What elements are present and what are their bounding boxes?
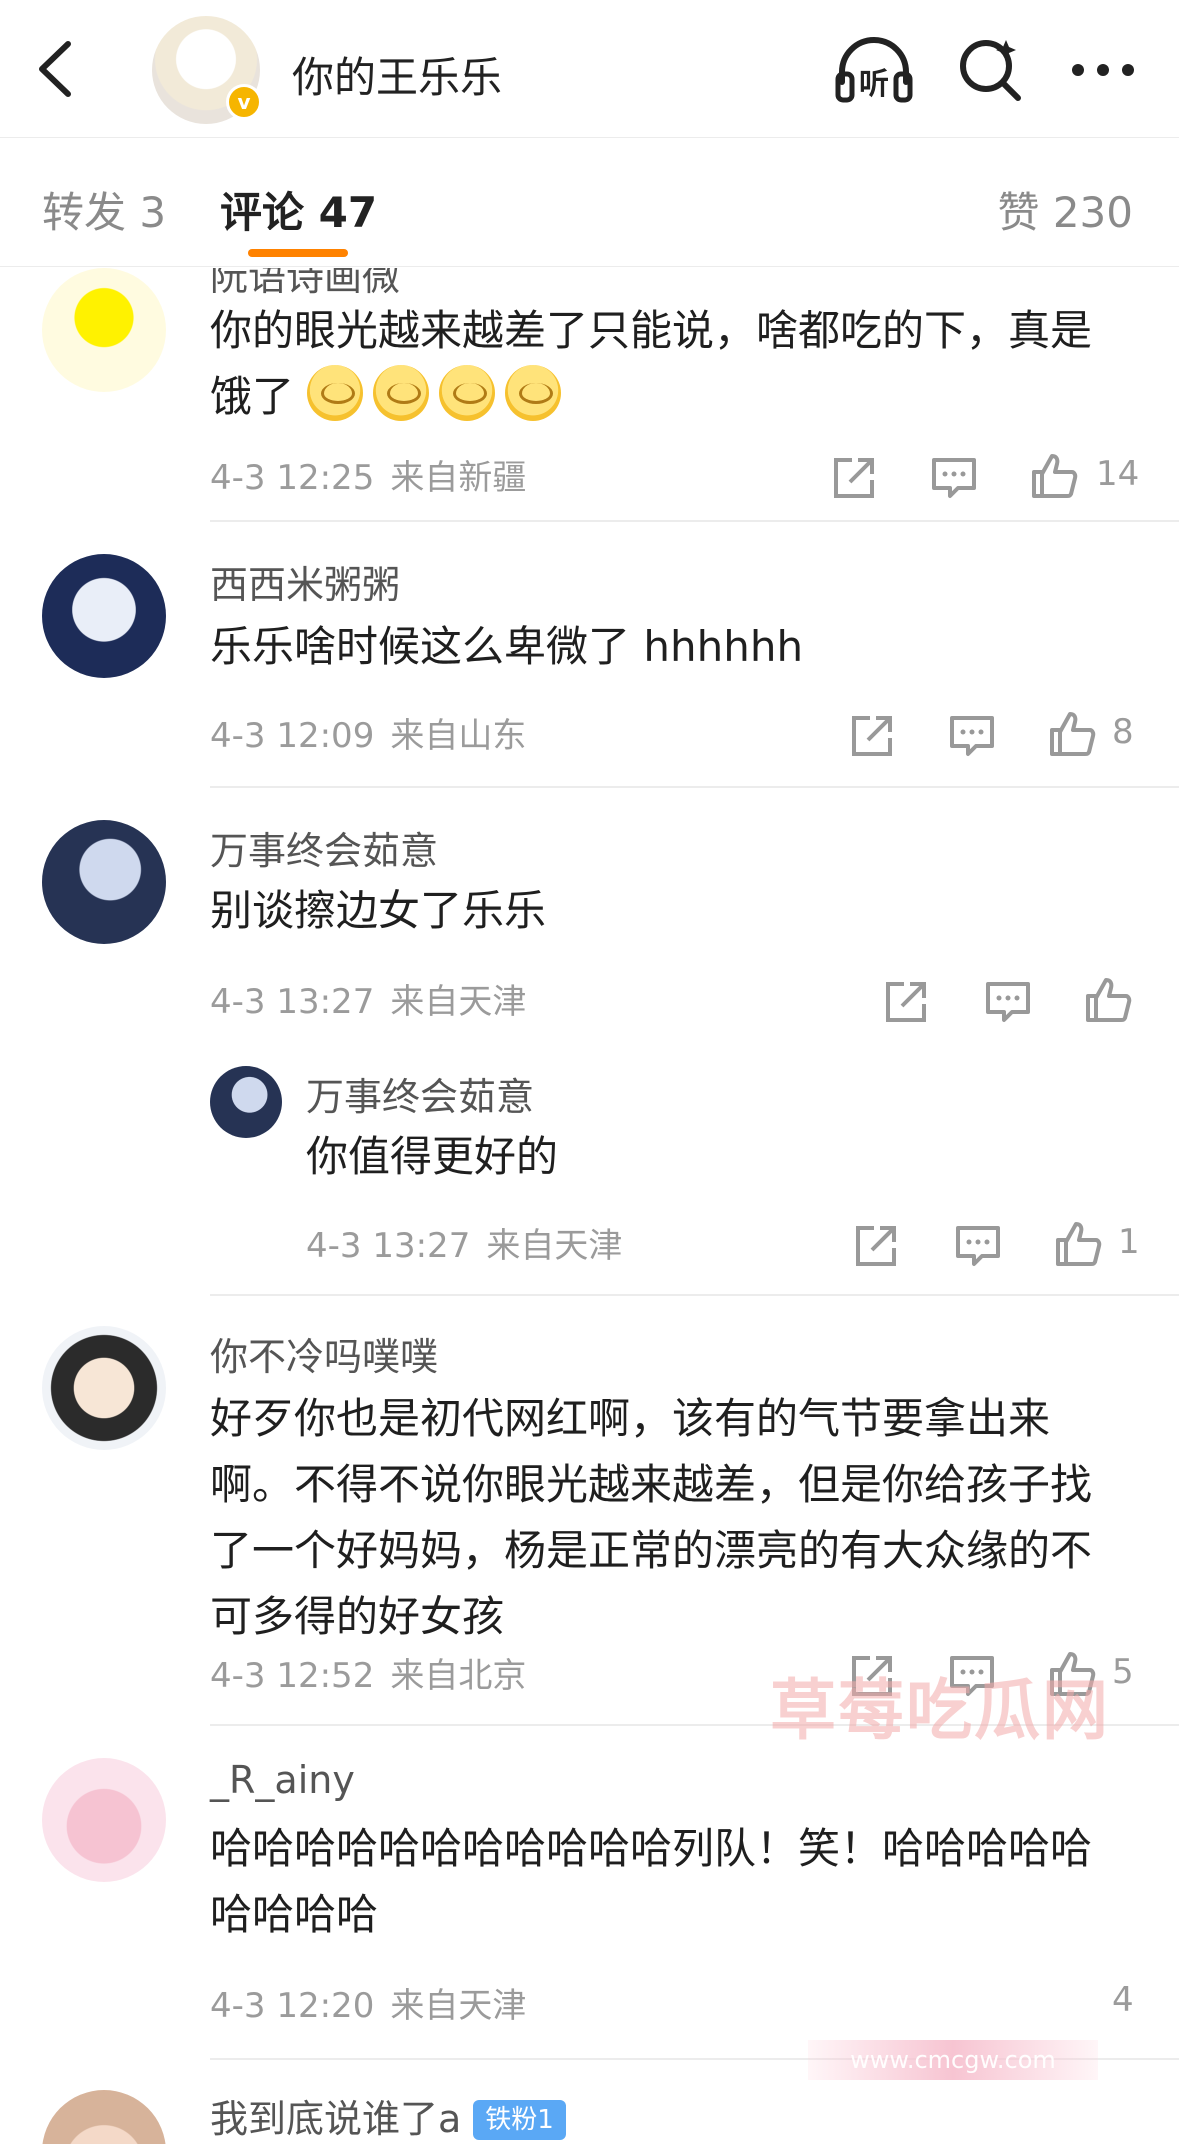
comment-time: 4-3 12:52 <box>210 1656 375 1696</box>
like-count: 8 <box>1112 712 1134 752</box>
smile-emoji-icon <box>373 365 430 421</box>
verified-badge-icon: v <box>226 84 262 120</box>
share-button[interactable] <box>830 454 878 502</box>
comment-location: 来自天津 <box>390 1986 527 2026</box>
like-count: 4 <box>1112 1980 1134 2020</box>
reply-text: 你值得更好的 <box>306 1132 559 1181</box>
like-button[interactable] <box>1048 710 1096 758</box>
comment-text: 哈哈哈哈哈哈哈哈哈哈哈列队！笑！哈哈哈哈哈哈哈哈哈 <box>210 1824 1093 1939</box>
reply-button[interactable] <box>930 454 978 502</box>
commenter-name[interactable]: 西西米粥粥 <box>210 554 400 609</box>
comment-icon <box>932 458 976 498</box>
thumbs-up-icon <box>1086 978 1132 1022</box>
comment-location: 来自山东 <box>390 716 527 756</box>
comment-meta: 4-3 12:09 来自山东 <box>210 708 526 757</box>
reply-time: 4-3 13:27 <box>306 1226 471 1266</box>
comment-location: 来自天津 <box>390 982 527 1022</box>
comment-meta: 4-3 12:52 来自北京 <box>210 1648 526 1697</box>
comment-item: 你不冷吗噗噗 好歹你也是初代网红啊，该有的气节要拿出来啊。不得不说你眼光越来越差… <box>0 1296 1179 1726</box>
commenter-name[interactable]: 万事终会茹意 <box>210 820 438 875</box>
share-button[interactable] <box>882 978 930 1026</box>
commenter-name[interactable]: 你不冷吗噗噗 <box>210 1326 438 1381</box>
more-dots-icon <box>1072 64 1134 76</box>
commenter-name-text: 我到底说谁了a <box>210 2097 462 2141</box>
listen-button[interactable]: 听 <box>832 34 916 104</box>
smile-emoji-icon <box>439 365 496 421</box>
commenter-name[interactable]: 我到底说谁了a 铁粉1 <box>210 2088 566 2143</box>
comment-text: 你的眼光越来越差了只能说，啥都吃的下，真是饿了 <box>210 298 1120 430</box>
reply-author-name[interactable]: 万事终会茹意 <box>306 1066 534 1121</box>
thumbs-up-icon <box>1056 1222 1102 1266</box>
share-button[interactable] <box>848 712 896 760</box>
comment-time: 4-3 13:27 <box>210 982 375 1022</box>
comment-text: 别谈擦边女了乐乐 <box>210 886 547 935</box>
smile-emoji-icon <box>505 365 562 421</box>
comment-location: 来自新疆 <box>390 458 527 498</box>
comment-location: 来自北京 <box>390 1656 527 1696</box>
comment-text: 好歹你也是初代网红啊，该有的气节要拿出来啊。不得不说你眼光越来越差，但是你给孩子… <box>210 1394 1093 1641</box>
share-icon <box>856 1226 896 1266</box>
author-name[interactable]: 你的王乐乐 <box>292 44 502 105</box>
share-button[interactable] <box>852 1222 900 1270</box>
top-bar: v 你的王乐乐 听 <box>0 0 1179 138</box>
like-button[interactable] <box>1030 452 1078 500</box>
fan-badge: 铁粉1 <box>473 2100 566 2140</box>
active-tab-indicator <box>248 249 348 257</box>
commenter-avatar[interactable] <box>42 1326 166 1450</box>
comment-list: 阮语诗画微 你的眼光越来越差了只能说，啥都吃的下，真是饿了 4-3 12:25 来… <box>0 268 1179 2144</box>
smile-emoji-icon <box>307 365 364 421</box>
comment-meta: 4-3 13:27 来自天津 <box>210 974 526 1023</box>
thumbs-up-icon <box>1050 712 1096 756</box>
tab-comments[interactable]: 评论 47 <box>220 179 377 240</box>
headphones-icon: 听 <box>835 37 913 103</box>
reply-button[interactable] <box>984 978 1032 1026</box>
comment-icon <box>956 1226 1000 1266</box>
search-icon <box>960 40 1021 101</box>
like-button[interactable] <box>1084 976 1132 1024</box>
commenter-avatar[interactable] <box>42 1758 166 1882</box>
comment-item: 阮语诗画微 你的眼光越来越差了只能说，啥都吃的下，真是饿了 4-3 12:25 来… <box>0 268 1179 522</box>
search-button[interactable] <box>956 36 1024 104</box>
reply-meta: 4-3 13:27 来自天津 <box>306 1218 622 1267</box>
tab-likes[interactable]: 赞 230 <box>997 179 1133 240</box>
comment-meta: 4-3 12:20 来自天津 <box>210 1978 526 2027</box>
more-options-button[interactable] <box>1068 52 1138 88</box>
back-button[interactable] <box>30 38 80 100</box>
commenter-name[interactable]: _R_ainy <box>210 1758 355 1802</box>
share-icon <box>886 982 926 1022</box>
share-icon <box>834 458 874 498</box>
comment-time: 4-3 12:09 <box>210 716 375 756</box>
comment-time: 4-3 12:25 <box>210 458 375 498</box>
reply-location: 来自天津 <box>486 1226 623 1266</box>
like-count: 14 <box>1096 454 1140 494</box>
commenter-avatar[interactable] <box>42 268 166 392</box>
author-avatar[interactable]: v <box>152 16 262 124</box>
tab-repost[interactable]: 转发 3 <box>42 179 166 240</box>
comment-item: _R_ainy 哈哈哈哈哈哈哈哈哈哈哈列队！笑！哈哈哈哈哈哈哈哈哈 4-3 12… <box>0 1726 1179 2060</box>
comment-time: 4-3 12:20 <box>210 1986 375 2026</box>
commenter-avatar[interactable] <box>42 820 166 944</box>
like-count: 1 <box>1118 1222 1140 1262</box>
reply-button[interactable] <box>954 1222 1002 1270</box>
comment-text: 乐乐啥时候这么卑微了 hhhhhh <box>210 622 804 671</box>
share-icon <box>852 716 892 756</box>
watermark-logo: 草莓吃瓜网 <box>770 1672 1110 1749</box>
comment-meta: 4-3 12:25 来自新疆 <box>210 450 526 499</box>
comment-icon <box>986 982 1030 1022</box>
commenter-avatar[interactable] <box>42 2090 166 2144</box>
commenter-avatar[interactable] <box>42 554 166 678</box>
reply-button[interactable] <box>948 712 996 760</box>
comment-item: 西西米粥粥 乐乐啥时候这么卑微了 hhhhhh 4-3 12:09 来自山东 8 <box>0 522 1179 788</box>
like-button[interactable] <box>1054 1220 1102 1268</box>
reply-avatar[interactable] <box>210 1066 282 1138</box>
comment-item: 万事终会茹意 别谈擦边女了乐乐 4-3 13:27 来自天津 万事终会茹意 你值得… <box>0 788 1179 1296</box>
listen-label: 听 <box>859 67 889 102</box>
comment-icon <box>950 716 994 756</box>
watermark-url: www.cmcgw.com <box>808 2040 1098 2080</box>
chevron-left-icon <box>39 41 71 97</box>
commenter-name[interactable]: 阮语诗画微 <box>210 268 400 301</box>
thumbs-up-icon <box>1032 454 1078 498</box>
tab-bar: 转发 3 评论 47 赞 230 <box>0 139 1179 267</box>
